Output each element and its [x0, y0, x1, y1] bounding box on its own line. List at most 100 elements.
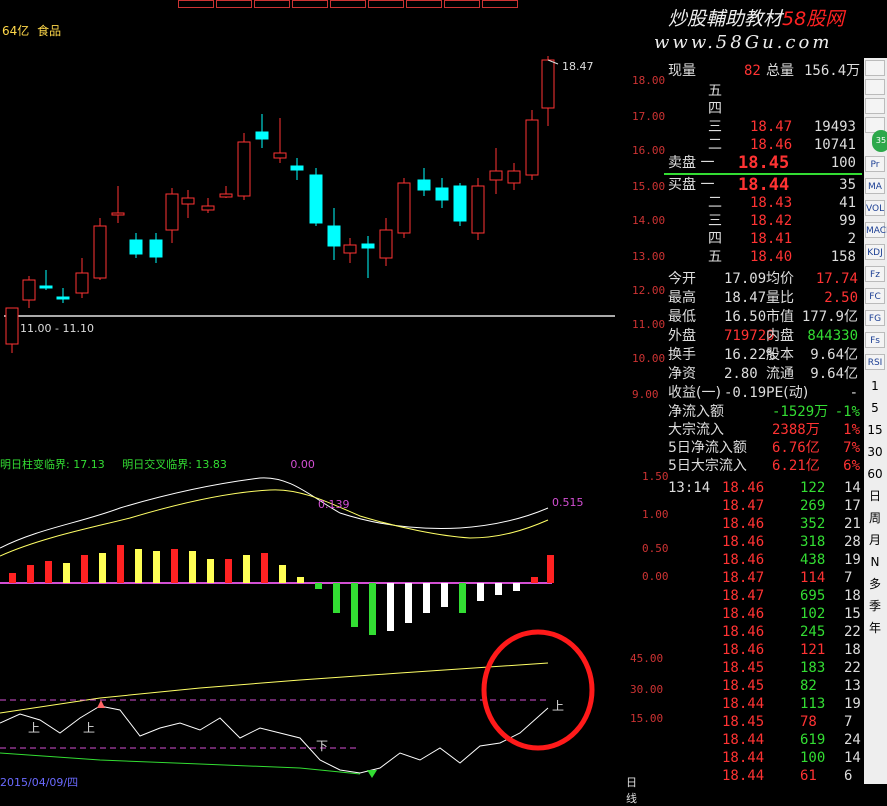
period-tab-4[interactable]: 30: [866, 442, 884, 462]
tick-volume: 102: [800, 606, 826, 622]
tool-button[interactable]: [865, 79, 885, 95]
tick-count: 13: [844, 678, 861, 694]
tick-volume: 318: [800, 534, 826, 550]
tool-fg-button[interactable]: FG: [865, 310, 885, 326]
toolbar-tab[interactable]: [368, 0, 404, 8]
flow-row: 净流入额 -1529万 -1%: [664, 403, 862, 421]
toolbar-tab[interactable]: [330, 0, 366, 8]
candle-body: [327, 225, 341, 247]
buy-level-row: 三 18.42 99: [664, 212, 862, 230]
tool-rsi-button[interactable]: RSI: [865, 354, 885, 370]
macd-val-a: 0.139: [318, 498, 350, 511]
tool-vol-button[interactable]: VOL: [865, 200, 885, 216]
buy-level-row: 五 18.40 158: [664, 248, 862, 266]
toolbar-tab[interactable]: [444, 0, 480, 8]
tick-count: 7: [844, 714, 853, 730]
tool-fc-button[interactable]: FC: [865, 288, 885, 304]
candle-body: [237, 141, 251, 197]
period-tab-11[interactable]: 季: [866, 596, 884, 616]
macd-bar: [153, 551, 160, 583]
period-tab-10[interactable]: 多: [866, 574, 884, 594]
candle-body: [397, 182, 411, 234]
tool-macd-button[interactable]: MACD: [865, 222, 887, 238]
stat-value-2: 9.64亿: [810, 347, 858, 363]
period-tab-5[interactable]: 60: [866, 464, 884, 484]
toolbar-tab[interactable]: [292, 0, 328, 8]
kdj-mark-down: 下: [316, 739, 328, 753]
macd-bar: [261, 553, 268, 583]
toolbar-tab[interactable]: [482, 0, 518, 8]
period-tab-7[interactable]: 周: [866, 508, 884, 528]
candle-body: [5, 307, 19, 345]
buy-level-volume: 35: [839, 177, 856, 193]
tool-button[interactable]: [865, 98, 885, 114]
tick-count: 24: [844, 732, 861, 748]
flow-row: 5日大宗流入 6.21亿 6%: [664, 457, 862, 475]
tick-count: 6: [844, 768, 853, 784]
macd-bar: [531, 577, 538, 583]
buy-level-volume: 158: [830, 249, 856, 265]
period-tab-3[interactable]: 15: [866, 420, 884, 440]
toolbar-tab[interactable]: [254, 0, 290, 8]
tick-row: 13:14 18.46 122 14: [664, 479, 862, 497]
tool-pr-button[interactable]: Pr: [865, 156, 885, 172]
tick-row: 18.46 318 28: [664, 533, 862, 551]
tick-price: 18.44: [722, 732, 765, 748]
macd-bar: [315, 583, 322, 589]
tick-price: 18.46: [722, 606, 765, 622]
period-tab-9[interactable]: N: [866, 552, 884, 572]
tick-row: 18.44 619 24: [664, 731, 862, 749]
tick-price: 18.45: [722, 714, 765, 730]
candle-body: [290, 165, 304, 171]
stat-row: 换手 16.22% 股本 9.64亿: [664, 346, 862, 364]
period-tab-12[interactable]: 年: [866, 618, 884, 638]
stat-label-1: 收益(一): [668, 385, 721, 401]
bottom-period-tab[interactable]: 日线: [626, 774, 637, 806]
candle-body: [56, 296, 70, 300]
buy-level-label: 买盘 一: [668, 177, 715, 193]
kdj-axis-label: 45.00: [630, 652, 664, 665]
period-tab-2[interactable]: 5: [866, 398, 884, 418]
range-annotation: 11.00 - 11.10: [20, 322, 94, 335]
candle-body: [525, 119, 539, 176]
sell-level-row: 三 18.47 19493: [664, 118, 862, 136]
tool-ma-button[interactable]: MA: [865, 178, 885, 194]
kline-chart-area[interactable]: 64亿 食品 18.47 11.00 - 11.10 0.139 0.515 上…: [0, 8, 637, 805]
macd-bar: [279, 565, 286, 583]
flow-value: 2388万: [772, 422, 820, 438]
price-axis: 18.00 17.00 16.00 15.00 14.00 13.00 12.00 11.00…: [630, 58, 666, 438]
stat-value-2: 177.9亿: [801, 309, 858, 325]
tick-volume: 245: [800, 624, 826, 640]
macd-dea-line: [0, 489, 549, 557]
tick-row: 18.44 113 19: [664, 695, 862, 713]
buy-level-volume: 2: [847, 231, 856, 247]
kdj-k-line: [0, 705, 549, 774]
toolbar-tab[interactable]: [178, 0, 214, 8]
tick-row: 18.46 352 21: [664, 515, 862, 533]
price-axis-label: 12.00: [632, 284, 666, 297]
stat-value-2: 844330: [807, 328, 858, 344]
candle-body: [201, 205, 215, 211]
tool-button[interactable]: [865, 60, 885, 76]
sell-level-price: 18.46: [750, 137, 793, 153]
tick-volume: 122: [800, 480, 826, 496]
toolbar-tab[interactable]: [216, 0, 252, 8]
tool-kdj-button[interactable]: KDJ: [865, 244, 885, 260]
watermark-line2: www.58Gu.com: [654, 32, 833, 53]
period-tab-1[interactable]: 1: [866, 376, 884, 396]
candle-body: [309, 174, 323, 224]
period-tab-8[interactable]: 月: [866, 530, 884, 550]
tool-fs-button[interactable]: Fs: [865, 332, 885, 348]
quote-panel: 现量 82 总量 156.4万五四三 18.47 19493 二 18.46 10741 卖盘 一…: [664, 58, 864, 784]
candle-body: [273, 152, 287, 159]
buy-level-volume: 99: [839, 213, 856, 229]
macd-bar: [27, 565, 34, 583]
candle-body: [361, 243, 375, 249]
tool-fz-button[interactable]: Fz: [865, 266, 885, 282]
tick-count: 17: [844, 498, 861, 514]
period-tab-6[interactable]: 日: [866, 486, 884, 506]
toolbar-tab[interactable]: [406, 0, 442, 8]
tick-row: 18.46 245 22: [664, 623, 862, 641]
tick-price: 18.44: [722, 696, 765, 712]
buy-level-price: 18.44: [738, 175, 790, 195]
